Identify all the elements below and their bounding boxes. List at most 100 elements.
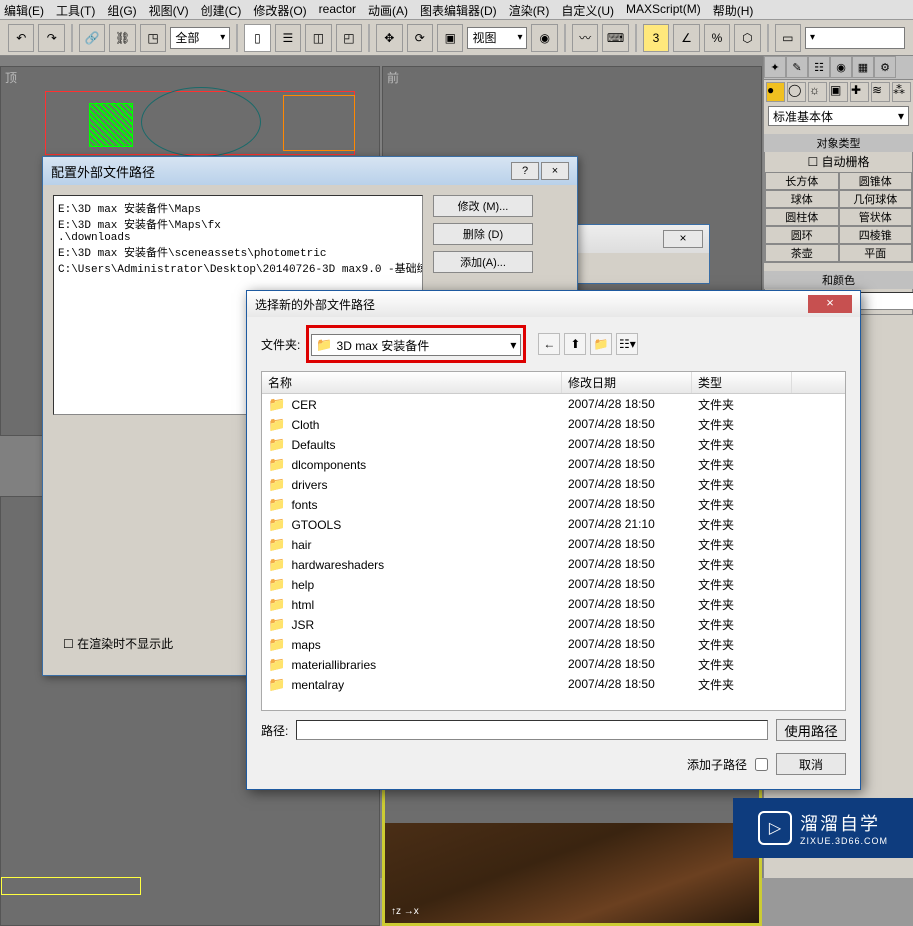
- list-item[interactable]: maps2007/4/28 18:50文件夹: [262, 634, 845, 654]
- modify-button[interactable]: 修改 (M)...: [433, 195, 533, 217]
- helpers-icon[interactable]: ✚: [850, 82, 869, 102]
- ref-coord-dropdown[interactable]: 视图: [467, 27, 527, 49]
- new-folder-icon[interactable]: 📁: [590, 333, 612, 355]
- move-button[interactable]: ✥: [376, 24, 402, 52]
- folder-dropdown[interactable]: 3D max 安装备件: [311, 334, 521, 356]
- close-icon[interactable]: ×: [808, 295, 852, 313]
- unlink-button[interactable]: ⛓: [109, 24, 135, 52]
- list-item[interactable]: hair2007/4/28 18:50文件夹: [262, 534, 845, 554]
- list-item[interactable]: help2007/4/28 18:50文件夹: [262, 574, 845, 594]
- teapot-button[interactable]: 茶壶: [765, 244, 839, 262]
- menu-tools[interactable]: 工具(T): [56, 2, 95, 17]
- menu-reactor[interactable]: reactor: [319, 2, 356, 17]
- back-icon[interactable]: ←: [538, 333, 560, 355]
- list-item[interactable]: GTOOLS2007/4/28 21:10文件夹: [262, 514, 845, 534]
- keyboard-button[interactable]: ⌨: [602, 24, 628, 52]
- menu-modifiers[interactable]: 修改器(O): [253, 2, 306, 17]
- list-item[interactable]: Defaults2007/4/28 18:50文件夹: [262, 434, 845, 454]
- list-item[interactable]: CER2007/4/28 18:50文件夹: [262, 394, 845, 414]
- list-item[interactable]: mentalray2007/4/28 18:50文件夹: [262, 674, 845, 694]
- list-item[interactable]: html2007/4/28 18:50文件夹: [262, 594, 845, 614]
- named-sel-dropdown[interactable]: [805, 27, 905, 49]
- torus-button[interactable]: 圆环: [765, 226, 839, 244]
- scale-button[interactable]: ▣: [437, 24, 463, 52]
- col-date[interactable]: 修改日期: [562, 372, 692, 393]
- help-icon[interactable]: ?: [511, 162, 539, 180]
- view-menu-icon[interactable]: ☷▾: [616, 333, 638, 355]
- select-button[interactable]: ▯: [244, 24, 270, 52]
- list-item[interactable]: dlcomponents2007/4/28 18:50文件夹: [262, 454, 845, 474]
- menu-customize[interactable]: 自定义(U): [561, 2, 614, 17]
- select-path-dialog: 选择新的外部文件路径 × 文件夹: 3D max 安装备件 ← ⬆ 📁 ☷▾ 名…: [246, 290, 861, 790]
- tab-modify[interactable]: ✎: [786, 56, 808, 78]
- menu-render[interactable]: 渲染(R): [509, 2, 550, 17]
- col-name[interactable]: 名称: [262, 372, 562, 393]
- rotate-button[interactable]: ⟳: [407, 24, 433, 52]
- undo-button[interactable]: ↶: [8, 24, 34, 52]
- list-item[interactable]: materiallibraries2007/4/28 18:50文件夹: [262, 654, 845, 674]
- sphere-button[interactable]: 球体: [765, 190, 839, 208]
- add-button[interactable]: 添加(A)...: [433, 251, 533, 273]
- tab-display[interactable]: ▦: [852, 56, 874, 78]
- spinner-snap-button[interactable]: ⬡: [734, 24, 760, 52]
- col-type[interactable]: 类型: [692, 372, 792, 393]
- list-item[interactable]: hardwareshaders2007/4/28 18:50文件夹: [262, 554, 845, 574]
- menu-edit[interactable]: 编辑(E): [4, 2, 44, 17]
- named-sel-button[interactable]: ▭: [775, 24, 801, 52]
- selection-filter-dropdown[interactable]: 全部: [170, 27, 230, 49]
- list-header[interactable]: 名称 修改日期 类型: [262, 372, 845, 394]
- use-path-button[interactable]: 使用路径: [776, 719, 846, 741]
- delete-button[interactable]: 删除 (D): [433, 223, 533, 245]
- manipulate-button[interactable]: 〰: [572, 24, 598, 52]
- geometry-icon[interactable]: ●: [766, 82, 785, 102]
- path-input[interactable]: [296, 720, 768, 740]
- menu-view[interactable]: 视图(V): [149, 2, 189, 17]
- list-item[interactable]: drivers2007/4/28 18:50文件夹: [262, 474, 845, 494]
- percent-snap-button[interactable]: %: [704, 24, 730, 52]
- tab-motion[interactable]: ◉: [830, 56, 852, 78]
- menu-create[interactable]: 创建(C): [201, 2, 242, 17]
- close-icon[interactable]: ×: [663, 230, 703, 248]
- bind-button[interactable]: ◳: [140, 24, 166, 52]
- tab-create[interactable]: ✦: [764, 56, 786, 78]
- cylinder-button[interactable]: 圆柱体: [765, 208, 839, 226]
- spacewarps-icon[interactable]: ≋: [871, 82, 890, 102]
- tube-button[interactable]: 管状体: [839, 208, 913, 226]
- snap-button[interactable]: 3: [643, 24, 669, 52]
- menu-group[interactable]: 组(G): [107, 2, 136, 17]
- cancel-button[interactable]: 取消: [776, 753, 846, 775]
- menu-help[interactable]: 帮助(H): [713, 2, 754, 17]
- cone-button[interactable]: 圆锥体: [839, 172, 913, 190]
- tab-hierarchy[interactable]: ☷: [808, 56, 830, 78]
- box-button[interactable]: 长方体: [765, 172, 839, 190]
- list-item[interactable]: Cloth2007/4/28 18:50文件夹: [262, 414, 845, 434]
- pyramid-button[interactable]: 四棱锥: [839, 226, 913, 244]
- list-item[interactable]: fonts2007/4/28 18:50文件夹: [262, 494, 845, 514]
- close-icon[interactable]: ×: [541, 162, 569, 180]
- angle-snap-button[interactable]: ∠: [673, 24, 699, 52]
- redo-button[interactable]: ↷: [38, 24, 64, 52]
- up-icon[interactable]: ⬆: [564, 333, 586, 355]
- object-type-dropdown[interactable]: 标准基本体: [768, 106, 909, 126]
- tab-utilities[interactable]: ⚙: [874, 56, 896, 78]
- shapes-icon[interactable]: ◯: [787, 82, 806, 102]
- title-bar[interactable]: 配置外部文件路径 ? ×: [43, 157, 577, 185]
- menu-grapheditor[interactable]: 图表编辑器(D): [420, 2, 497, 17]
- auto-grid-checkbox[interactable]: ☐ 自动栅格: [765, 151, 912, 172]
- geosphere-button[interactable]: 几何球体: [839, 190, 913, 208]
- plane-button[interactable]: 平面: [839, 244, 913, 262]
- pivot-button[interactable]: ◉: [531, 24, 557, 52]
- select-region-button[interactable]: ◫: [305, 24, 331, 52]
- menu-animation[interactable]: 动画(A): [368, 2, 408, 17]
- lights-icon[interactable]: ☼: [808, 82, 827, 102]
- menu-maxscript[interactable]: MAXScript(M): [626, 2, 701, 17]
- file-list[interactable]: 名称 修改日期 类型 CER2007/4/28 18:50文件夹Cloth200…: [261, 371, 846, 711]
- systems-icon[interactable]: ⁂: [892, 82, 911, 102]
- title-bar[interactable]: 选择新的外部文件路径 ×: [247, 291, 860, 317]
- list-item[interactable]: JSR2007/4/28 18:50文件夹: [262, 614, 845, 634]
- select-name-button[interactable]: ☰: [275, 24, 301, 52]
- window-crossing-button[interactable]: ◰: [336, 24, 362, 52]
- add-subpath-checkbox[interactable]: [755, 758, 768, 771]
- link-button[interactable]: 🔗: [79, 24, 105, 52]
- cameras-icon[interactable]: ▣: [829, 82, 848, 102]
